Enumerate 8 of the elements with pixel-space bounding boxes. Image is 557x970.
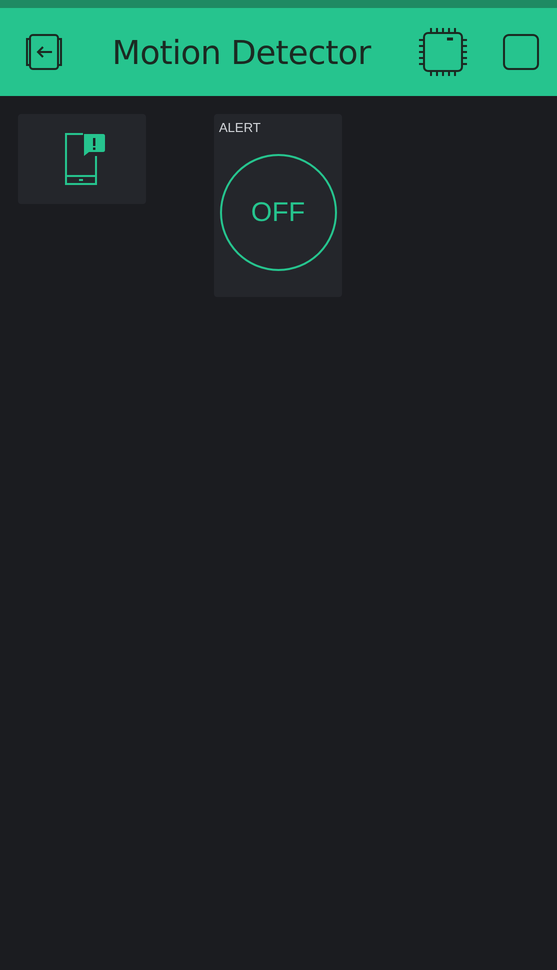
alert-button[interactable]: OFF — [220, 154, 336, 271]
window-title: Motion Detector — [112, 32, 372, 72]
phone-alert-icon — [63, 132, 107, 186]
notification-widget[interactable] — [18, 114, 146, 204]
chip-icon[interactable] — [417, 26, 469, 78]
stop-icon[interactable] — [503, 34, 539, 70]
widget-label: ALERT — [219, 120, 261, 135]
exit-icon[interactable] — [24, 33, 64, 71]
